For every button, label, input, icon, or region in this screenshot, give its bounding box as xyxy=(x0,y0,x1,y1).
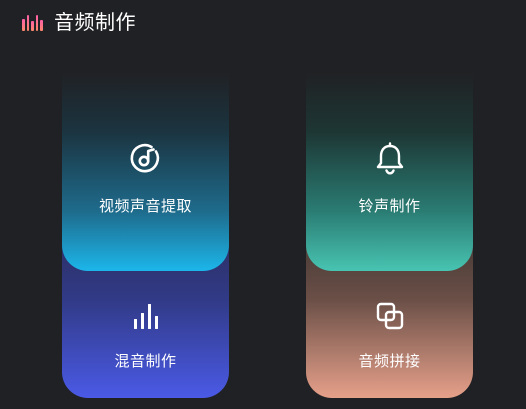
audio-bars-icon xyxy=(22,13,44,31)
music-note-disc-icon xyxy=(129,142,163,176)
page-title: 音频制作 xyxy=(54,10,136,34)
audio-production-page: 音频制作 混音制作 音频拼接 视频声音提取 铃声制作 xyxy=(0,0,526,409)
audio-splice-label: 音频拼接 xyxy=(358,352,421,370)
ringtone-maker-label: 铃声制作 xyxy=(358,197,421,215)
mix-audio-label: 混音制作 xyxy=(114,352,177,370)
ringtone-maker-card[interactable]: 铃声制作 xyxy=(306,72,473,271)
equalizer-bars-icon xyxy=(129,299,163,333)
overlapping-squares-icon xyxy=(373,299,407,333)
video-audio-extract-card[interactable]: 视频声音提取 xyxy=(62,72,229,271)
page-header: 音频制作 xyxy=(22,8,136,36)
bell-icon xyxy=(373,142,407,176)
video-audio-extract-label: 视频声音提取 xyxy=(98,197,192,215)
